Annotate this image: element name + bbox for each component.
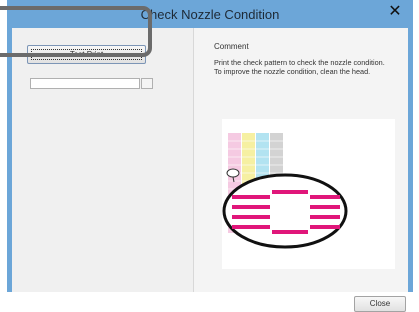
nozzle-pattern-image bbox=[222, 119, 395, 269]
close-button[interactable]: Close bbox=[354, 296, 406, 312]
comment-panel: Comment Print the check pattern to check… bbox=[194, 28, 408, 292]
callout-highlight bbox=[0, 6, 152, 57]
nozzle-pattern-illustration bbox=[222, 133, 348, 249]
comment-text: Print the check pattern to check the noz… bbox=[214, 58, 410, 76]
comment-line-1: Print the check pattern to check the noz… bbox=[214, 58, 385, 67]
comment-label: Comment bbox=[214, 42, 249, 51]
left-panel: Test Print bbox=[12, 28, 194, 292]
close-window-icon[interactable]: ✕ bbox=[381, 1, 409, 23]
print-mode-button[interactable] bbox=[141, 78, 153, 89]
magnified-pattern-view bbox=[222, 173, 348, 249]
comment-line-2: To improve the nozzle condition, clean t… bbox=[214, 67, 371, 76]
small-zoom-marker bbox=[226, 168, 240, 178]
print-mode-select[interactable] bbox=[30, 78, 140, 89]
dialog-client-area: Test Print Comment Print the check patte… bbox=[12, 28, 408, 312]
